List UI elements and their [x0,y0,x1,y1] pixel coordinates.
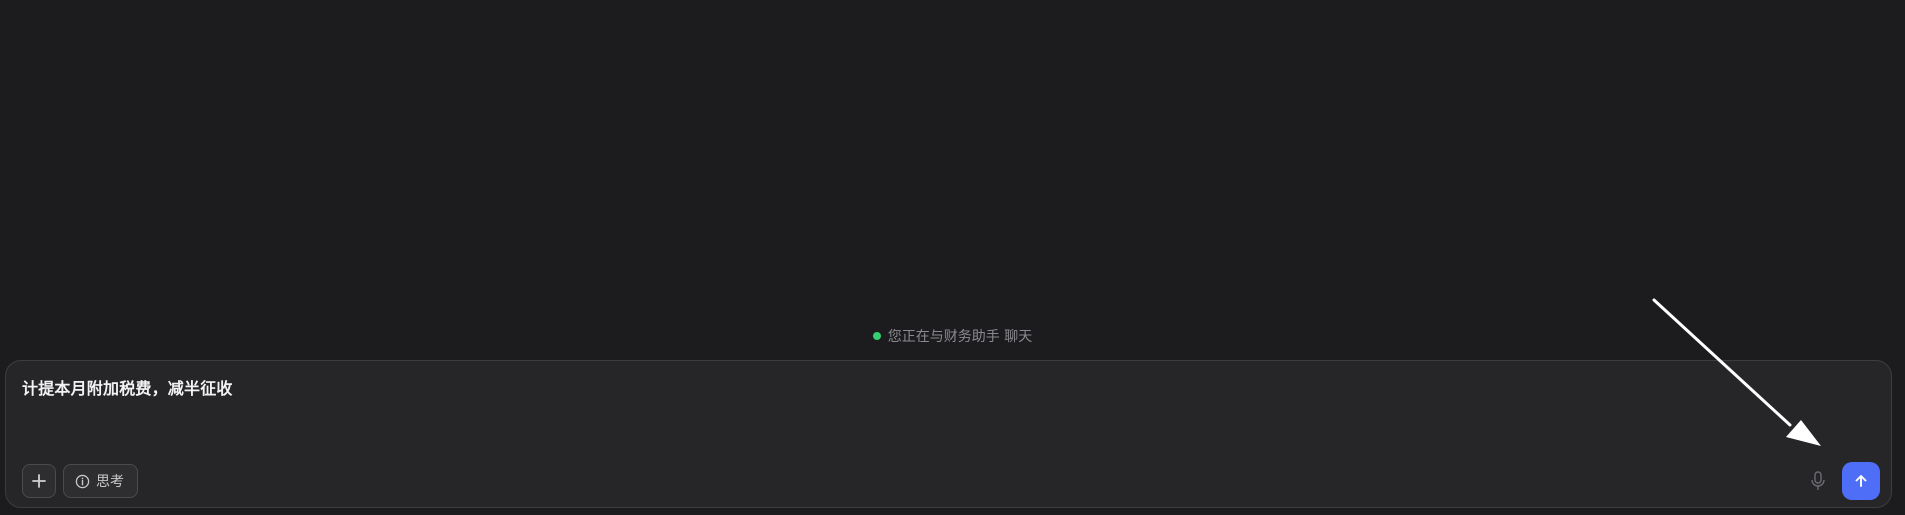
message-input[interactable]: 计提本月附加税费，减半征收 [22,375,233,399]
voice-input-button[interactable] [1806,469,1830,493]
online-status-dot [872,332,881,340]
send-button[interactable] [1842,462,1880,500]
message-composer[interactable]: 计提本月附加税费，减半征收 思考 [5,360,1892,508]
microphone-icon [1811,471,1825,490]
chat-page: 您正在与财务助手 聊天 计提本月附加税费，减半征收 思考 [0,0,1905,515]
info-circle-icon [75,474,90,488]
arrow-up-icon [1855,475,1867,487]
chat-status: 您正在与财务助手 聊天 [0,327,1905,345]
plus-icon [32,474,46,488]
attach-button[interactable] [22,464,56,498]
think-label: 思考 [96,474,124,490]
think-toggle-button[interactable]: 思考 [63,464,138,498]
chat-status-text: 您正在与财务助手 聊天 [887,329,1033,345]
